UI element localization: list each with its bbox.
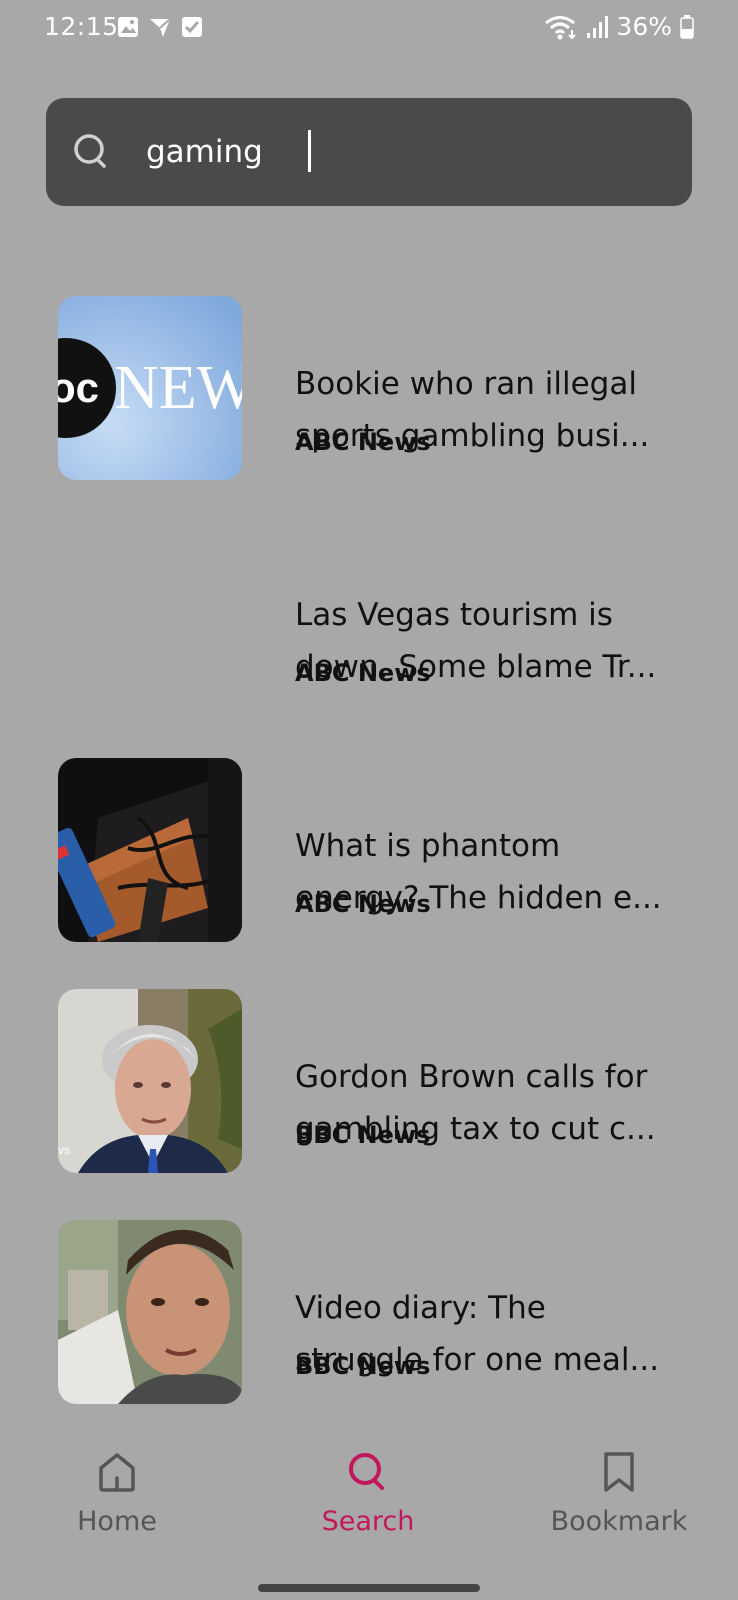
list-item[interactable]: vs Gordon Brown calls for gambling tax to…: [0, 989, 738, 1175]
battery-percent: 36%: [616, 12, 672, 41]
list-item[interactable]: What is phantom energy? The hidden e... A…: [0, 758, 738, 944]
search-input[interactable]: [146, 124, 666, 180]
text-cursor: [308, 130, 311, 172]
abc-logo-text: NEW: [114, 354, 242, 422]
portrait-thumbnail: vs: [58, 989, 242, 1173]
nav-search[interactable]: Search: [268, 1430, 468, 1540]
nav-search-label: Search: [321, 1506, 415, 1537]
status-bar: 12:15 36%: [0, 0, 738, 60]
nav-bookmark-label: Bookmark: [550, 1506, 688, 1537]
status-time: 12:15: [44, 12, 119, 41]
list-item[interactable]: Video diary: The struggle for one meal...…: [0, 1220, 738, 1406]
bookmark-icon: [604, 1452, 634, 1492]
send-icon: [150, 18, 171, 37]
bottom-navigation: Home Search Bookmark: [0, 1430, 738, 1550]
article-source: ABC News: [295, 890, 431, 918]
search-icon: [74, 134, 106, 168]
nav-home[interactable]: Home: [17, 1430, 217, 1540]
article-source: BBC News: [295, 1121, 431, 1149]
article-source: ABC News: [295, 659, 431, 687]
list-item[interactable]: Las Vegas tourism is down. Some blame Tr.…: [0, 527, 738, 713]
search-bar[interactable]: [46, 98, 692, 206]
nav-bookmark[interactable]: Bookmark: [519, 1430, 719, 1540]
abc-news-thumbnail: oc NEW: [58, 296, 242, 480]
power-strip-thumbnail: [58, 758, 242, 942]
signal-icon: [587, 15, 609, 38]
wifi-icon: [545, 15, 577, 39]
search-screen: 12:15 36% gaming oc NEW Bookie who ran i…: [0, 0, 738, 1600]
home-icon: [99, 1453, 135, 1492]
system-status: 36%: [544, 12, 694, 41]
list-item[interactable]: oc NEW Bookie who ran illegal sports gamb…: [0, 296, 738, 482]
search-icon: [349, 1453, 384, 1490]
nav-home-label: Home: [77, 1506, 157, 1537]
battery-icon: [680, 14, 694, 39]
notification-icons: [117, 16, 203, 38]
checkbox-icon: [182, 17, 202, 37]
article-source: BBC News: [295, 1352, 431, 1380]
gesture-bar[interactable]: [258, 1584, 480, 1592]
selfie-thumbnail: [58, 1220, 242, 1404]
gallery-icon: [118, 17, 138, 37]
svg-text:oc: oc: [58, 364, 99, 411]
bbc-tag-text: vs: [58, 1143, 70, 1157]
article-source: ABC News: [295, 428, 431, 456]
